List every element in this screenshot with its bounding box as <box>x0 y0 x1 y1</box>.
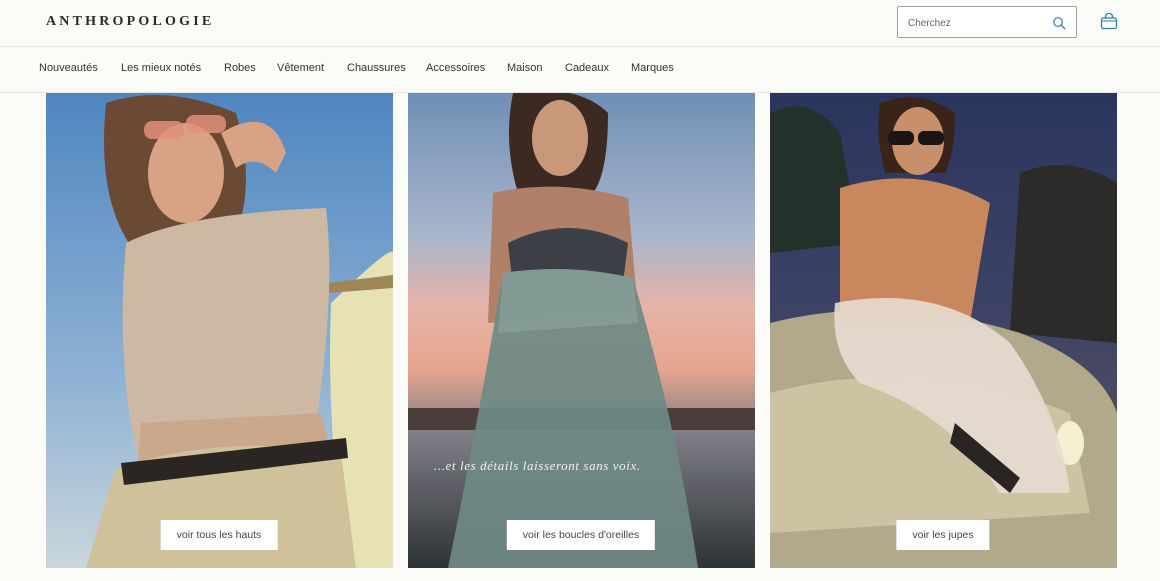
nav-item-vetement[interactable]: Vêtement <box>277 62 324 74</box>
nav-item-marques[interactable]: Marques <box>631 62 674 74</box>
brand-logo[interactable]: ANTHROPOLOGIE <box>46 14 214 30</box>
nav-item-cadeaux[interactable]: Cadeaux <box>565 62 609 74</box>
nav-item-maison[interactable]: Maison <box>507 62 542 74</box>
nav-item-accessoires[interactable]: Accessoires <box>426 62 485 74</box>
nav-item-nouveautes[interactable]: Nouveautés <box>39 62 98 74</box>
promo-caption: ...et les détails laisseront sans voix. <box>434 458 641 473</box>
view-skirts-button[interactable]: voir les jupes <box>896 520 990 550</box>
search-box[interactable] <box>897 6 1077 38</box>
nav-item-mieux-notes[interactable]: Les mieux notés <box>121 62 201 74</box>
main-navigation: Nouveautés Les mieux notés Robes Vêtemen… <box>0 47 1160 93</box>
site-header: ANTHROPOLOGIE <box>0 0 1160 47</box>
model-photo-skirts <box>770 93 1117 568</box>
shopping-bag-icon[interactable] <box>1100 13 1118 30</box>
search-icon[interactable] <box>1052 16 1066 30</box>
promo-panel-skirts[interactable]: voir les jupes <box>770 93 1117 568</box>
model-photo-earrings <box>408 93 755 568</box>
nav-item-robes[interactable]: Robes <box>224 62 256 74</box>
promo-panel-earrings[interactable]: ...et les détails laisseront sans voix. … <box>408 93 755 568</box>
view-earrings-button[interactable]: voir les boucles d'oreilles <box>506 520 656 550</box>
model-photo-tops <box>46 93 393 568</box>
promo-panel-tops[interactable]: voir tous les hauts <box>46 93 393 568</box>
search-input[interactable] <box>908 15 1038 31</box>
nav-item-chaussures[interactable]: Chaussures <box>347 62 406 74</box>
view-all-tops-button[interactable]: voir tous les hauts <box>160 520 278 550</box>
